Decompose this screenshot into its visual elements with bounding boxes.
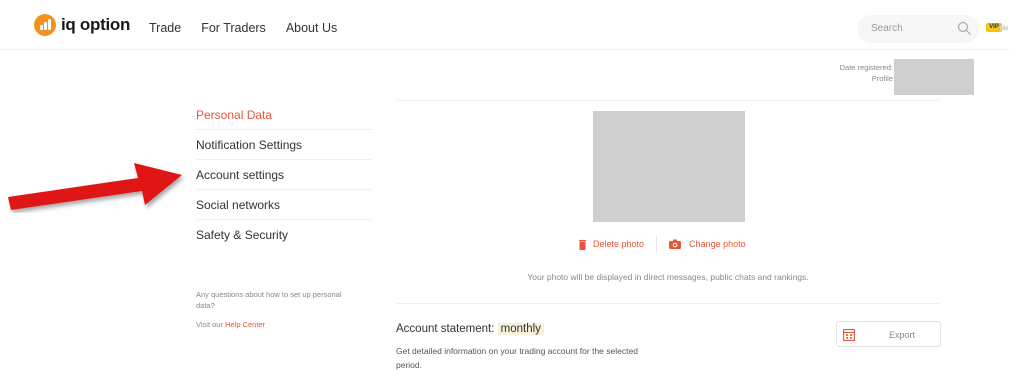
help-question: Any questions about how to set up person…	[196, 290, 342, 310]
logo[interactable]: iq option	[34, 14, 130, 36]
export-button[interactable]: Export	[836, 321, 941, 347]
divider	[396, 100, 940, 101]
nav-for-traders[interactable]: For Traders	[201, 21, 266, 35]
nav-about-us[interactable]: About Us	[286, 21, 337, 35]
delete-photo-button[interactable]: Delete photo	[578, 239, 644, 250]
logo-text: iq option	[61, 15, 131, 34]
top-header: iq option Trade For Traders About Us Sea…	[0, 0, 1009, 50]
crown-icon	[1000, 24, 1008, 30]
help-visit-prefix: Visit our	[196, 320, 223, 329]
delete-photo-label: Delete photo	[593, 239, 645, 249]
photo-note: Your photo will be displayed in direct m…	[527, 272, 809, 282]
separator	[656, 236, 658, 252]
main-nav: Trade For Traders About Us	[149, 21, 357, 35]
profile-photo-redacted	[593, 111, 745, 222]
change-photo-label: Change photo	[689, 239, 746, 249]
statement-period-select[interactable]: monthly	[497, 323, 544, 335]
calendar-icon	[843, 329, 855, 341]
photo-actions: Delete photo Change photo	[578, 236, 746, 252]
search-icon[interactable]	[957, 21, 972, 36]
sidebar-item-personal-data[interactable]: Personal Data	[196, 100, 372, 130]
registration-info: Date registered: Profile	[840, 62, 893, 84]
change-photo-button[interactable]: Change photo	[669, 239, 746, 249]
account-statement-description: Get detailed information on your trading…	[396, 346, 638, 370]
red-arrow-icon	[8, 163, 182, 210]
search-input[interactable]: Search	[857, 15, 979, 43]
account-statement-label: Account statement:	[396, 323, 495, 335]
trash-icon	[579, 239, 586, 250]
nav-trade[interactable]: Trade	[149, 21, 181, 35]
export-label: Export	[889, 330, 916, 340]
help-visit: Visit our Help Center	[196, 320, 265, 329]
help-center-link[interactable]: Help Center	[225, 320, 265, 329]
sidebar-item-social-networks[interactable]: Social networks	[196, 190, 372, 220]
sidebar-item-notification-settings[interactable]: Notification Settings	[196, 130, 372, 160]
camera-icon	[669, 239, 682, 249]
profile-label: Profile	[871, 74, 893, 83]
logo-icon	[34, 14, 56, 36]
divider	[396, 303, 940, 304]
date-registered-label: Date registered:	[839, 63, 893, 72]
registration-value-redacted	[894, 59, 974, 95]
sidebar-item-account-settings[interactable]: Account settings	[196, 160, 372, 190]
search-placeholder: Search	[871, 23, 903, 34]
account-statement-title: Account statement: monthly	[396, 323, 544, 335]
settings-sidebar: Personal Data Notification Settings Acco…	[196, 100, 372, 250]
sidebar-item-safety-security[interactable]: Safety & Security	[196, 220, 372, 250]
